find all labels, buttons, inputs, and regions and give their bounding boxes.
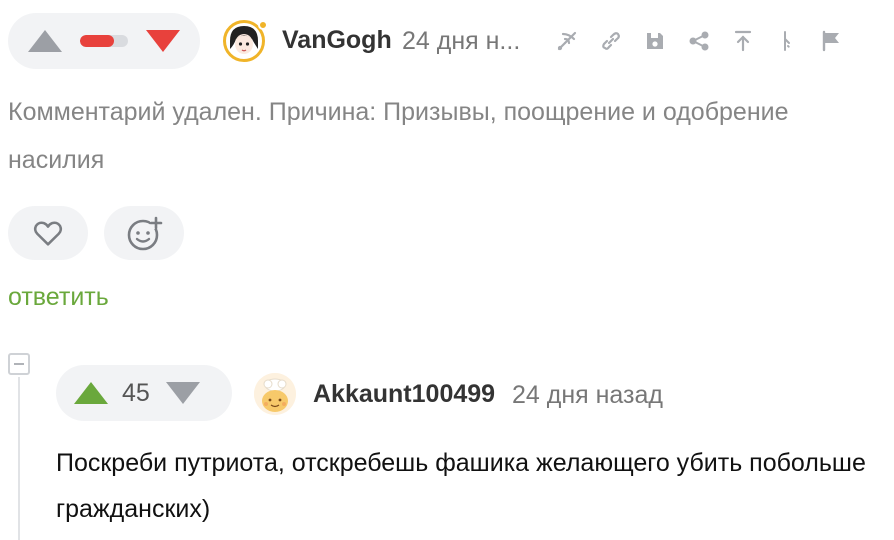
save-icon[interactable] — [642, 28, 668, 54]
comment-score: 45 — [122, 378, 150, 407]
comment-author[interactable]: Akkaunt100499 — [313, 380, 495, 409]
upvote-button[interactable] — [74, 382, 108, 404]
comment-body: Поскреби путриота, отскребешь фашика жел… — [56, 449, 866, 523]
add-emoji-icon — [127, 216, 163, 251]
online-badge — [258, 20, 268, 30]
link-icon[interactable] — [598, 28, 624, 54]
comment-timestamp[interactable]: 24 дня н... — [402, 27, 520, 56]
avatar[interactable] — [254, 373, 296, 415]
heart-icon — [33, 221, 63, 246]
reply-link[interactable]: ответить — [8, 283, 109, 312]
collapse-thread-button[interactable] — [8, 353, 30, 375]
scroll-top-icon[interactable] — [730, 28, 756, 54]
branch-icon[interactable] — [554, 28, 580, 54]
vote-pill — [8, 13, 200, 69]
parent-icon[interactable] — [774, 28, 800, 54]
flag-icon[interactable] — [818, 28, 844, 54]
share-icon[interactable] — [686, 28, 712, 54]
thread-line[interactable] — [18, 377, 20, 540]
upvote-button[interactable] — [28, 30, 62, 52]
like-button[interactable] — [8, 206, 88, 260]
deleted-comment-notice: Комментарий удален. Причина: Призывы, по… — [8, 98, 789, 174]
vote-pill: 45 — [56, 365, 232, 421]
comment-author[interactable]: VanGogh — [282, 26, 392, 55]
rating-bar-fill — [80, 35, 114, 47]
downvote-button[interactable] — [165, 382, 200, 404]
rating-bar — [80, 35, 128, 47]
add-reaction-button[interactable] — [104, 206, 184, 260]
comment-timestamp[interactable]: 24 дня назад — [512, 381, 663, 410]
downvote-button[interactable] — [146, 30, 180, 52]
